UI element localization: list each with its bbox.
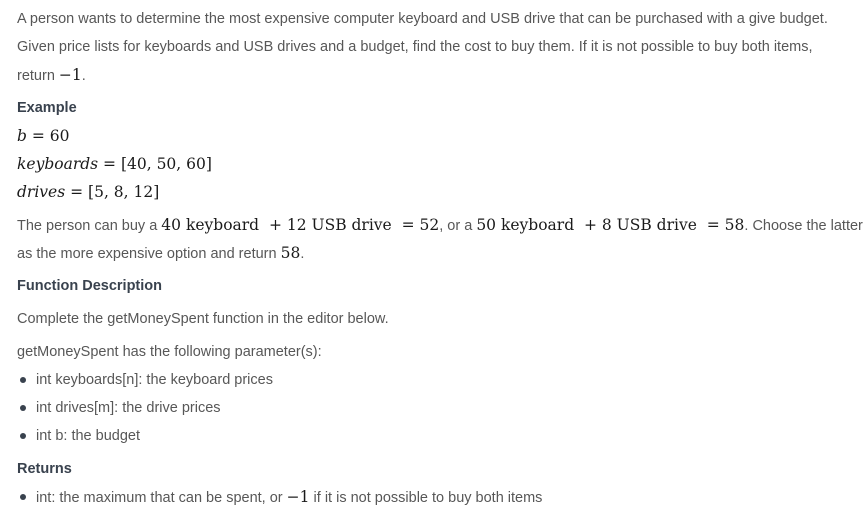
explanation2-text-2: . [300, 246, 305, 262]
bullet-icon [20, 405, 26, 411]
example-drives-value: = [5, 8, 12] [65, 183, 160, 201]
explanation-math-2: 50 keyboard + 8 USB drive = 58 [476, 216, 745, 234]
example-drives-var: drives [17, 183, 66, 201]
function-description-heading: Function Description [17, 278, 162, 294]
returns-text-2: if it is not possible to buy both items [309, 490, 543, 506]
intro-return-value: −1 [58, 66, 82, 84]
explanation-text-1: The person can buy a [17, 218, 162, 234]
example-keyboards-var: keyboards [17, 155, 99, 173]
example-keyboards-value: = [40, 50, 60] [98, 155, 212, 173]
bullet-icon [20, 433, 26, 439]
explanation-text-2: , or a [439, 218, 477, 234]
returns-item: int: the maximum that can be spent, or −… [36, 487, 542, 508]
example-budget: b = 60 [17, 126, 70, 146]
intro-line-1: A person wants to determine the most exp… [17, 11, 828, 27]
param-drives: int drives[m]: the drive prices [36, 400, 221, 416]
intro-line-3: return −1. [17, 65, 86, 86]
function-description-line-1: Complete the getMoneySpent function in t… [17, 311, 389, 327]
returns-text-1: int: the maximum that can be spent, or [36, 490, 287, 506]
param-keyboards: int keyboards[n]: the keyboard prices [36, 372, 273, 388]
returns-heading: Returns [17, 461, 72, 477]
param-budget: int b: the budget [36, 428, 140, 444]
example-explanation-line-1: The person can buy a 40 keyboard + 12 US… [17, 215, 863, 236]
explanation-math-1: 40 keyboard + 12 USB drive = 52 [161, 216, 440, 234]
explanation-text-3: . Choose the latter [744, 218, 863, 234]
bullet-icon [20, 494, 26, 500]
example-drives: drives = [5, 8, 12] [17, 182, 159, 202]
bullet-icon [20, 377, 26, 383]
example-heading: Example [17, 100, 77, 116]
intro-line-3-suffix: . [81, 68, 86, 84]
explanation2-math-1: 58 [280, 244, 301, 262]
example-explanation-line-2: as the more expensive option and return … [17, 243, 304, 264]
intro-line-2: Given price lists for keyboards and USB … [17, 39, 813, 55]
returns-math: −1 [286, 488, 310, 506]
example-budget-value: = 60 [26, 127, 70, 145]
example-keyboards: keyboards = [40, 50, 60] [17, 154, 212, 174]
intro-line-3-prefix: return [17, 68, 59, 84]
function-description-line-2: getMoneySpent has the following paramete… [17, 344, 322, 360]
explanation2-text-1: as the more expensive option and return [17, 246, 281, 262]
example-budget-var: b [17, 127, 27, 145]
